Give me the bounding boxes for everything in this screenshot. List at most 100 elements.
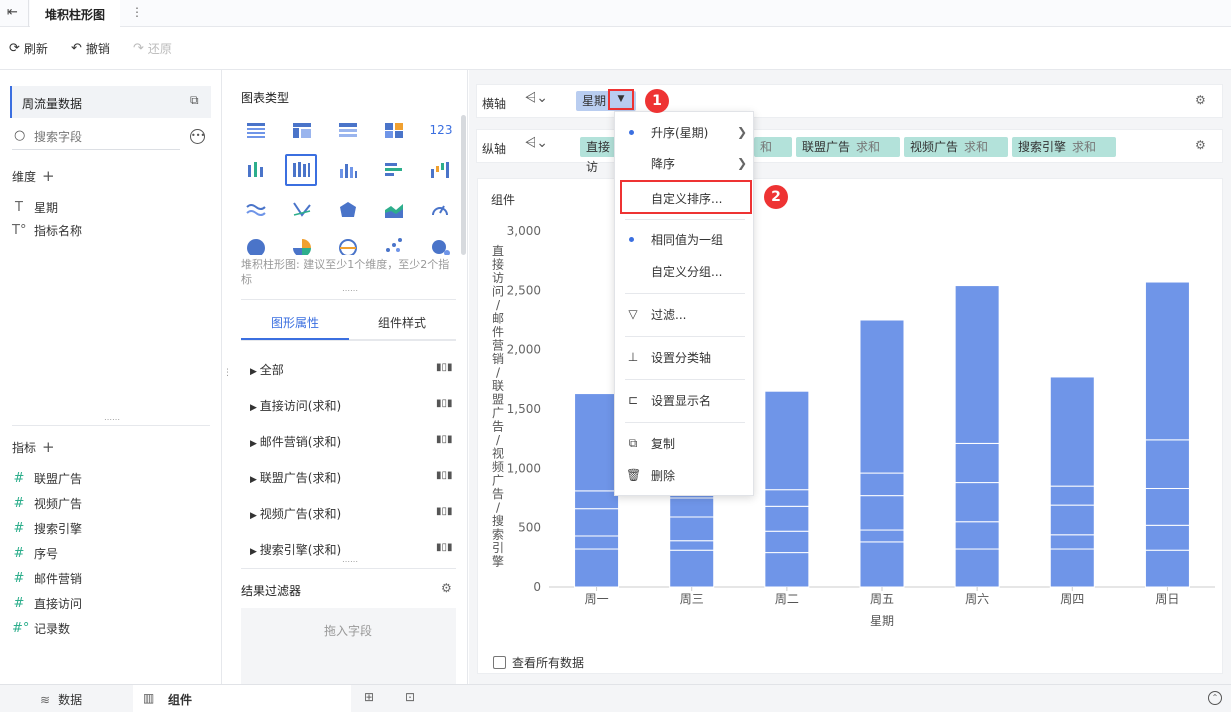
- measure-field[interactable]: #° 记录数: [12, 620, 70, 637]
- y-axis-field-pill[interactable]: 直接访: [580, 137, 616, 174]
- globe-chart-icon[interactable]: [335, 237, 361, 255]
- tab-data[interactable]: ≋ 数据: [40, 691, 82, 708]
- bar-size-icon[interactable]: ▮▯▮: [436, 434, 453, 445]
- text-field-icon: T°: [12, 223, 27, 238]
- add-dashboard-icon[interactable]: ⊡: [405, 690, 415, 704]
- menu-item-set-display[interactable]: ⊏ 设置显示名: [615, 386, 755, 414]
- menu-item-ascending[interactable]: 升序(星期) ❯: [615, 118, 755, 146]
- stacked-column-icon[interactable]: [285, 154, 317, 186]
- refresh-button[interactable]: ⟳ 刷新: [9, 40, 48, 57]
- gauge-chart-icon[interactable]: [427, 199, 453, 221]
- trash-icon: 🗑: [626, 468, 642, 482]
- detail-table-icon[interactable]: [335, 119, 361, 141]
- bar-size-icon[interactable]: ▮▯▮: [436, 542, 453, 553]
- table-chart-icon[interactable]: [243, 119, 269, 141]
- switch-dataset-icon[interactable]: ⧉: [190, 93, 199, 108]
- dataset-selector[interactable]: 周流量数据 ⧉: [10, 86, 211, 118]
- tree-item-direct[interactable]: ▶ 直接访问(求和): [250, 397, 341, 414]
- caret-right-icon: ▶: [250, 403, 260, 413]
- measure-field[interactable]: # 搜索引擎: [12, 520, 82, 537]
- dot-chart-icon[interactable]: [381, 237, 407, 255]
- scrollbar[interactable]: [461, 115, 466, 255]
- bar-size-icon[interactable]: ▮▯▮: [436, 362, 453, 373]
- measure-field[interactable]: # 联盟广告: [12, 470, 82, 487]
- line-chart-icon[interactable]: [243, 199, 269, 221]
- bar-chart-icon[interactable]: [381, 159, 407, 181]
- menu-item-custom-group[interactable]: 自定义分组...: [615, 257, 755, 285]
- measure-field[interactable]: # 序号: [12, 545, 58, 562]
- waterfall-chart-icon[interactable]: [427, 159, 453, 181]
- menu-item-descending[interactable]: 降序 ❯: [615, 149, 755, 177]
- kpi-card-icon[interactable]: [381, 119, 407, 141]
- area-chart-icon[interactable]: [381, 199, 407, 221]
- bar-segment: [954, 442, 1000, 484]
- measure-field[interactable]: # 直接访问: [12, 595, 82, 612]
- rename-icon: ⊏: [627, 393, 639, 407]
- y-axis-field-pill[interactable]: 和: [754, 137, 792, 157]
- axis-type-icon[interactable]: ⩤⌄: [525, 90, 548, 106]
- field-panel: 周流量数据 ⧉ ○ ••• 维度 + T 星期 T° 指标名称 ⋯⋯ 指标 + …: [0, 70, 222, 684]
- divider: [12, 425, 210, 426]
- add-component-icon[interactable]: ⊞: [364, 690, 374, 704]
- menu-item-delete[interactable]: 🗑 删除: [615, 461, 755, 489]
- bar-segment: [669, 540, 715, 551]
- tab-component[interactable]: ▥ 组件: [133, 685, 351, 713]
- collapse-icon[interactable]: ⌃: [1208, 691, 1222, 705]
- tree-item-all[interactable]: ▶ 全部: [250, 361, 284, 378]
- pill-dropdown-button[interactable]: ▼: [608, 89, 634, 110]
- see-all-data-checkbox[interactable]: 查看所有数据: [493, 654, 584, 671]
- measure-field[interactable]: # 邮件营销: [12, 570, 82, 587]
- settings-icon[interactable]: ⚙: [1195, 138, 1206, 152]
- add-dimension-icon[interactable]: +: [42, 167, 55, 185]
- tab-graphic-properties[interactable]: 图形属性: [241, 300, 349, 340]
- bar-segment: [574, 508, 620, 537]
- dimension-field-weekday[interactable]: T 星期: [12, 199, 58, 216]
- crosstab-chart-icon[interactable]: [289, 119, 315, 141]
- undo-button[interactable]: ↶ 撤销: [71, 40, 110, 57]
- filter-settings-icon[interactable]: ⚙: [441, 581, 452, 595]
- scatter-bar-icon[interactable]: [243, 159, 269, 181]
- y-axis-field-pill[interactable]: 联盟广告 求和: [796, 137, 900, 157]
- menu-item-copy[interactable]: ⧉ 复制: [615, 429, 755, 457]
- measure-field[interactable]: # 视频广告: [12, 495, 82, 512]
- field-search[interactable]: ○: [12, 126, 180, 150]
- menu-item-set-axis[interactable]: ⊥ 设置分类轴: [615, 343, 755, 371]
- bar-segment: [574, 490, 620, 510]
- bar-size-icon[interactable]: ▮▯▮: [436, 506, 453, 517]
- y-axis-field-pill[interactable]: 搜索引擎 求和: [1012, 137, 1116, 157]
- tab-component-style[interactable]: 组件样式: [349, 300, 456, 340]
- exit-icon[interactable]: ⇤: [7, 5, 18, 20]
- dimension-field-metric-name[interactable]: T° 指标名称: [12, 222, 82, 239]
- bar-size-icon[interactable]: ▮▯▮: [436, 470, 453, 481]
- menu-item-group-same[interactable]: 相同值为一组: [615, 225, 755, 253]
- y-axis-field-pill[interactable]: 视频广告 求和: [904, 137, 1008, 157]
- redo-button[interactable]: ↷ 还原: [133, 40, 172, 57]
- scatter-line-icon[interactable]: [289, 199, 315, 221]
- bubble-chart-icon[interactable]: [427, 237, 453, 255]
- x-axis-title: 星期: [870, 614, 894, 628]
- menu-item-filter[interactable]: ▽ 过滤...: [615, 300, 755, 328]
- custom-sort-highlight: [620, 180, 752, 214]
- resize-handle-icon[interactable]: ⋯⋯: [342, 557, 358, 566]
- tree-item-email[interactable]: ▶ 邮件营销(求和): [250, 433, 341, 450]
- bar-size-icon[interactable]: ▮▯▮: [436, 398, 453, 409]
- axis-type-icon[interactable]: ⩤⌄: [525, 135, 548, 151]
- rose-chart-icon[interactable]: [289, 237, 315, 255]
- bar-segment: [1049, 376, 1095, 487]
- column-chart-icon[interactable]: [335, 159, 361, 181]
- radar-chart-icon[interactable]: [335, 199, 361, 221]
- pie-chart-icon[interactable]: [243, 237, 269, 255]
- resize-handle-icon[interactable]: ⋯⋯: [104, 415, 120, 424]
- search-input[interactable]: [34, 128, 174, 146]
- tree-item-search[interactable]: ▶ 搜索引擎(求和): [250, 541, 341, 558]
- add-measure-icon[interactable]: +: [42, 438, 55, 456]
- more-options-icon[interactable]: •••: [190, 129, 205, 144]
- filter-drop-zone[interactable]: 拖入字段: [241, 608, 456, 684]
- tree-item-video[interactable]: ▶ 视频广告(求和): [250, 505, 341, 522]
- number-chart-icon[interactable]: 123: [427, 119, 455, 141]
- more-icon[interactable]: ⋮: [131, 5, 143, 19]
- tree-item-union[interactable]: ▶ 联盟广告(求和): [250, 469, 341, 486]
- settings-icon[interactable]: ⚙: [1195, 93, 1206, 107]
- title-bar: ⇤ 堆积柱形图 ⋮: [0, 0, 1231, 27]
- resize-handle-icon[interactable]: ⋯⋯: [342, 286, 358, 295]
